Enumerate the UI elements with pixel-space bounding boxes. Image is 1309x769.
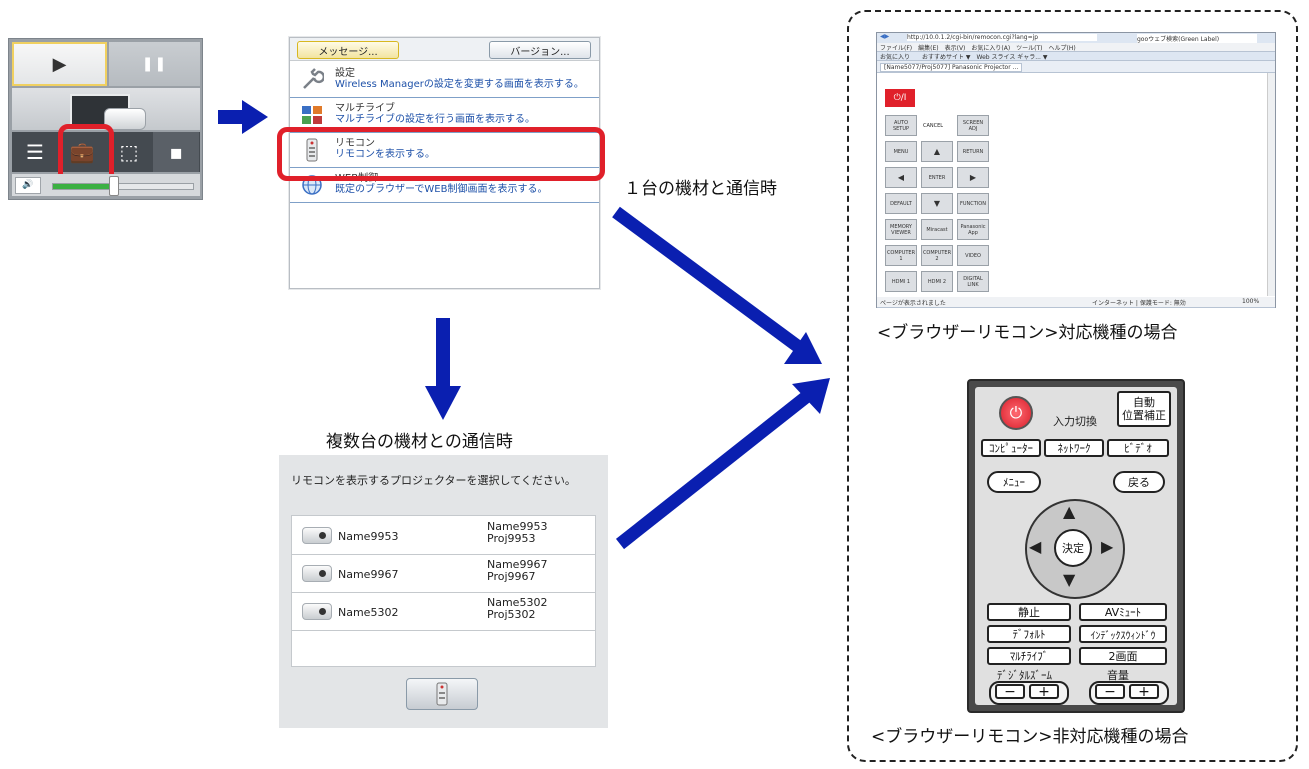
arrow-menu-to-browser: [612, 206, 822, 364]
browser-supported-caption: <ブラウザーリモコン>対応機種の場合: [877, 323, 1178, 343]
right-button[interactable]: ▶: [957, 167, 989, 188]
memory-viewer-button[interactable]: MEMORY VIEWER: [885, 219, 917, 240]
screen-adj-button[interactable]: SCREEN ADJ: [957, 115, 989, 136]
favorites-bar: お気に入り おすすめサイト ▼ Web スライス ギャラ... ▼: [877, 52, 1275, 61]
hdmi1-button[interactable]: HDMI 1: [885, 271, 917, 292]
freeze-key[interactable]: 静止: [987, 603, 1071, 621]
menu-bar: ファイル(F) 編集(E) 表示(V) お気に入り(A) ツール(T) ヘルプ(…: [877, 43, 1275, 52]
hdmi2-button[interactable]: HDMI 2: [921, 271, 953, 292]
browser-unsupported-caption: <ブラウザーリモコン>非対応機種の場合: [871, 727, 1189, 747]
two-screen-key[interactable]: 2画面: [1079, 647, 1167, 665]
auto-setup-button[interactable]: AUTO SETUP: [885, 115, 917, 136]
enter-button[interactable]: ENTER: [921, 167, 953, 188]
auto-setup-key[interactable]: 自動 位置補正: [1117, 391, 1171, 427]
page-content: ⏻/I AUTO SETUP CANCEL SCREEN ADJ MENU ▲ …: [877, 73, 1267, 296]
status-text: ページが表示されました: [880, 300, 946, 307]
browser-window: ◀▶ http://10.0.1.2/cgi-bin/remocon.cgi?l…: [876, 32, 1276, 308]
default-button[interactable]: DEFAULT: [885, 193, 917, 214]
down-icon[interactable]: ▼: [1063, 570, 1075, 589]
return-button[interactable]: RETURN: [957, 141, 989, 162]
zoom-plus-key[interactable]: +: [1029, 684, 1059, 700]
status-zone: インターネット | 保護モード: 無効: [1092, 300, 1186, 307]
browser-tab[interactable]: [Name5077/Proj5077] Panasonic Projector …: [880, 63, 1023, 72]
menu-key[interactable]: ﾒﾆｭｰ: [987, 471, 1041, 493]
av-mute-key[interactable]: AVﾐｭｰﾄ: [1079, 603, 1167, 621]
scrollbar[interactable]: [1267, 73, 1275, 296]
volume-minus-key[interactable]: −: [1095, 684, 1125, 700]
digital-link-button[interactable]: DIGITAL LINK: [957, 271, 989, 292]
enter-key[interactable]: 決定: [1054, 529, 1092, 567]
computer2-button[interactable]: COMPUTER 2: [921, 245, 953, 266]
right-icon[interactable]: ▶: [1101, 537, 1113, 556]
network-key[interactable]: ﾈｯﾄﾜｰｸ: [1044, 439, 1104, 457]
video-key[interactable]: ﾋﾞﾃﾞｵ: [1107, 439, 1169, 457]
zoom-minus-key[interactable]: −: [995, 684, 1025, 700]
status-bar: ページが表示されました インターネット | 保護モード: 無効 100%: [877, 297, 1275, 308]
url-field[interactable]: http://10.0.1.2/cgi-bin/remocon.cgi?lang…: [907, 34, 1097, 41]
hardware-remote: ⏻ 入力切換 自動 位置補正 ｺﾝﾋﾟｭｰﾀｰ ﾈｯﾄﾜｰｸ ﾋﾞﾃﾞｵ ﾒﾆｭ…: [967, 379, 1185, 713]
multilive-key[interactable]: ﾏﾙﾁﾗｲﾌﾞ: [987, 647, 1071, 665]
arrow-menu-to-select: [425, 318, 461, 420]
panasonic-app-button[interactable]: Panasonic App: [957, 219, 989, 240]
index-window-key[interactable]: ｲﾝﾃﾞｯｸｽｳｨﾝﾄﾞｳ: [1079, 625, 1167, 643]
search-field[interactable]: gooウェブ検索(Green Label): [1137, 34, 1257, 43]
cancel-label[interactable]: CANCEL: [923, 123, 943, 129]
down-button[interactable]: ▼: [921, 193, 953, 214]
up-icon[interactable]: ▲: [1063, 502, 1075, 521]
zoom-level[interactable]: 100%: [1242, 298, 1259, 305]
default-key[interactable]: ﾃﾞﾌｫﾙﾄ: [987, 625, 1071, 643]
computer-key[interactable]: ｺﾝﾋﾟｭｰﾀｰ: [981, 439, 1041, 457]
tab-bar: [Name5077/Proj5077] Panasonic Projector …: [877, 61, 1275, 73]
return-key[interactable]: 戻る: [1113, 471, 1165, 493]
miracast-button[interactable]: Miracast: [921, 219, 953, 240]
video-button[interactable]: VIDEO: [957, 245, 989, 266]
power-icon[interactable]: ⏻: [999, 396, 1033, 430]
volume-plus-key[interactable]: +: [1129, 684, 1159, 700]
back-icon[interactable]: ◀▶: [880, 33, 889, 40]
arrow-select-to-remote: [615, 378, 830, 550]
menu-button[interactable]: MENU: [885, 141, 917, 162]
input-label: 入力切換: [1053, 415, 1097, 428]
remote-face: ⏻ 入力切換 自動 位置補正 ｺﾝﾋﾟｭｰﾀｰ ﾈｯﾄﾜｰｸ ﾋﾞﾃﾞｵ ﾒﾆｭ…: [975, 387, 1177, 705]
function-button[interactable]: FUNCTION: [957, 193, 989, 214]
left-icon[interactable]: ◀: [1029, 537, 1041, 556]
up-button[interactable]: ▲: [921, 141, 953, 162]
power-button[interactable]: ⏻/I: [885, 89, 915, 107]
computer1-button[interactable]: COMPUTER 1: [885, 245, 917, 266]
arrow-launcher-to-menu: [218, 100, 268, 134]
left-button[interactable]: ◀: [885, 167, 917, 188]
